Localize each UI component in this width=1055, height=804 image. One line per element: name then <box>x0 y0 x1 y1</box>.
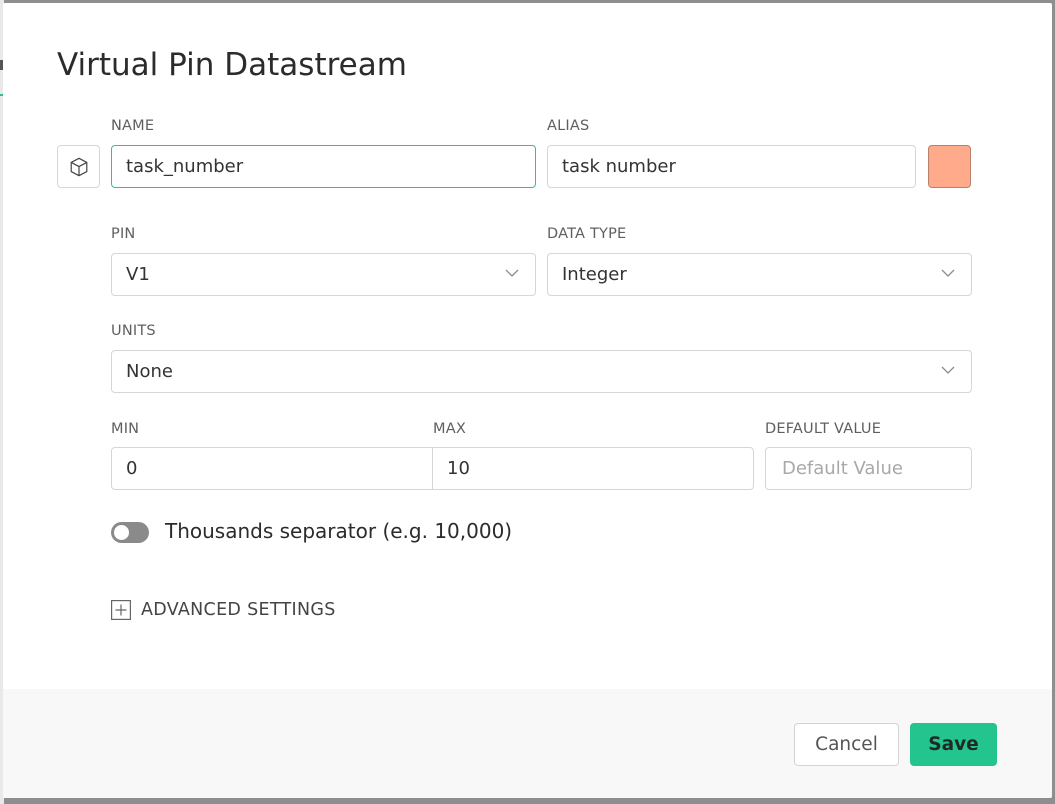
chevron-down-icon <box>941 366 955 374</box>
cube-icon <box>70 157 87 176</box>
cancel-button[interactable]: Cancel <box>794 723 899 766</box>
dialog-footer: Cancel Save <box>3 689 1052 798</box>
advanced-settings-link[interactable]: ADVANCED SETTINGS <box>141 600 336 620</box>
save-button[interactable]: Save <box>910 723 997 766</box>
default-value-label: DEFAULT VALUE <box>765 421 882 437</box>
thousands-separator-toggle[interactable] <box>111 522 149 543</box>
pin-selected-value: V1 <box>126 264 150 285</box>
toggle-knob <box>114 525 129 540</box>
pin-select[interactable]: V1 <box>111 253 536 296</box>
alias-input[interactable] <box>547 145 916 188</box>
data-type-label: DATA TYPE <box>547 226 627 242</box>
plus-square-icon[interactable] <box>111 600 131 620</box>
units-label: UNITS <box>111 323 156 339</box>
chevron-down-icon <box>505 269 519 277</box>
alias-label: ALIAS <box>547 118 590 134</box>
default-value-input[interactable] <box>765 447 972 490</box>
units-selected-value: None <box>126 361 173 382</box>
max-input[interactable] <box>432 447 754 490</box>
chevron-down-icon <box>941 269 955 277</box>
max-label: MAX <box>433 421 466 437</box>
min-input[interactable] <box>111 447 433 490</box>
datastream-icon-picker[interactable] <box>57 145 100 188</box>
data-type-select[interactable]: Integer <box>547 253 972 296</box>
color-swatch-button[interactable] <box>928 145 971 188</box>
units-select[interactable]: None <box>111 350 972 393</box>
dialog-title: Virtual Pin Datastream <box>57 47 407 83</box>
data-type-selected-value: Integer <box>562 264 627 285</box>
datastream-dialog: Virtual Pin Datastream NAME ALIAS PIN V1… <box>3 3 1052 798</box>
name-label: NAME <box>111 118 155 134</box>
min-label: MIN <box>111 421 140 437</box>
name-input[interactable] <box>111 145 536 188</box>
thousands-separator-label: Thousands separator (e.g. 10,000) <box>165 519 513 543</box>
pin-label: PIN <box>111 226 136 242</box>
